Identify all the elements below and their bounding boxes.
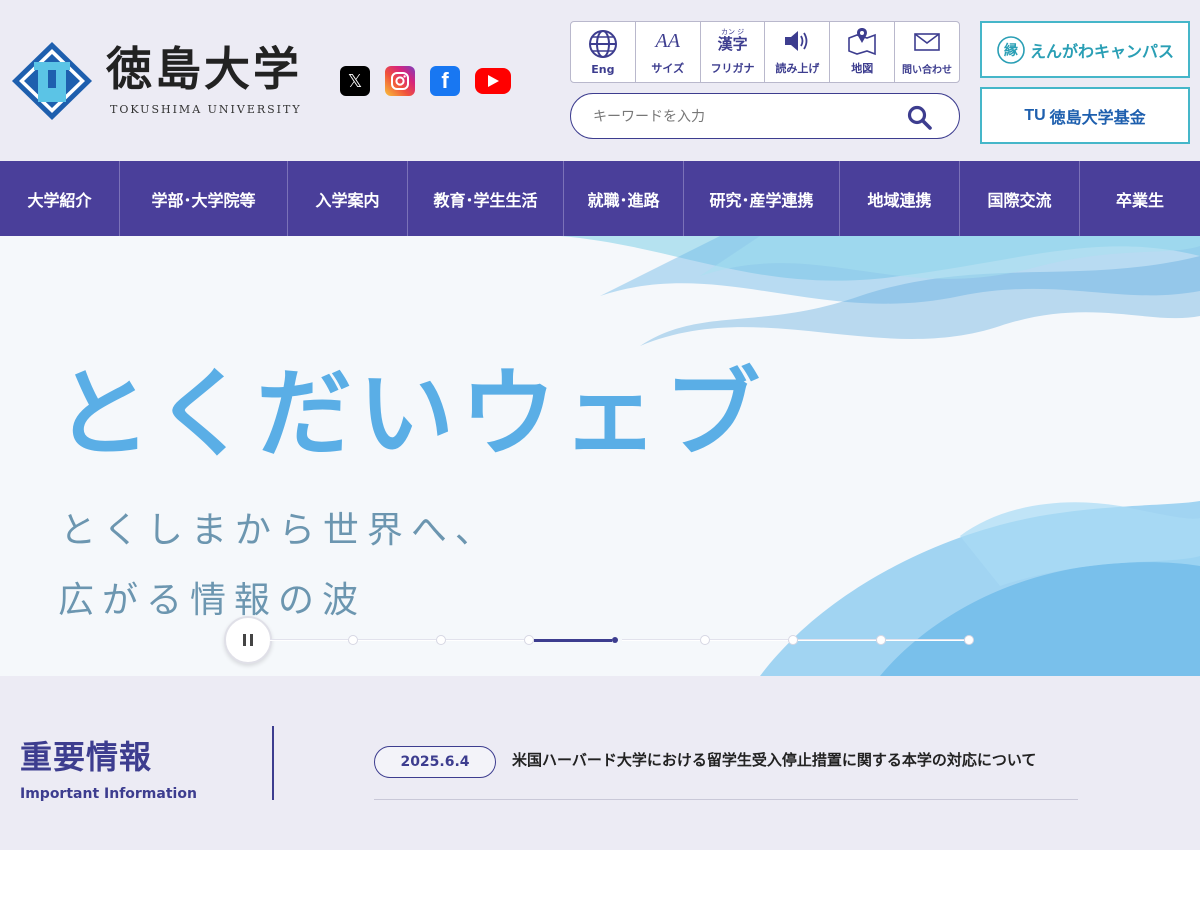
font-size-label: サイズ [651, 62, 685, 75]
slider-progress [270, 634, 974, 646]
engawa-logo-icon: 縁 [997, 35, 1025, 64]
university-fund-button[interactable]: TU 徳島大学基金 [980, 87, 1190, 144]
search-icon[interactable] [907, 105, 933, 131]
important-info-divider [272, 726, 274, 800]
slider-track-segment [886, 639, 964, 641]
engawa-logo-text: 縁 [1004, 42, 1018, 59]
x-icon[interactable]: 𝕏 [340, 66, 370, 96]
contact-button[interactable]: 問い合わせ [895, 22, 959, 82]
slider-dot[interactable] [436, 635, 446, 645]
youtube-play-glyph [488, 75, 499, 87]
slider-dot[interactable] [964, 635, 974, 645]
slider-track-segment [710, 639, 788, 641]
slider-track-segment [270, 639, 348, 641]
important-info-title: 重要情報 [20, 738, 153, 776]
slider-track-segment [798, 639, 876, 641]
fund-logo-icon: TU [1024, 106, 1046, 124]
nav-item-faculties[interactable]: 学部･大学院等 [120, 161, 288, 236]
global-nav: 大学紹介 学部･大学院等 入学案内 教育･学生生活 就職･進路 研究･産学連携 … [0, 161, 1200, 236]
font-size-glyph: AA [655, 29, 680, 52]
engawa-campus-button[interactable]: 縁 えんがわキャンパス [980, 21, 1190, 78]
read-aloud-button[interactable]: 読み上げ [765, 22, 831, 82]
nav-item-careers[interactable]: 就職･進路 [564, 161, 684, 236]
university-logo[interactable]: 徳島大学 TOKUSHIMA UNIVERSITY [10, 40, 310, 122]
hero-slider: とくだいウェブ とくしまから世界へ、 広がる情報の波 [0, 236, 1200, 676]
youtube-icon[interactable] [475, 68, 511, 94]
facebook-glyph: f [441, 68, 449, 93]
slider-track-segment [534, 639, 612, 642]
utility-toolbar: Eng AA サイズ カン ジ 漢字 フリガナ 読み上げ 地図 問い合わせ [570, 21, 960, 83]
logo-name-en: TOKUSHIMA UNIVERSITY [110, 103, 302, 116]
font-size-button[interactable]: AA サイズ [636, 22, 701, 82]
read-aloud-label: 読み上げ [775, 62, 820, 75]
hero-subtitle-1: とくしまから世界へ、 [60, 510, 499, 551]
pause-icon [243, 634, 246, 646]
english-label: Eng [591, 63, 615, 76]
x-glyph: 𝕏 [347, 70, 363, 92]
font-size-icon: AA [656, 26, 680, 56]
hero-subtitle-2: 広がる情報の波 [58, 580, 367, 621]
hero-title: とくだいウェブ [55, 358, 767, 470]
nav-item-alumni[interactable]: 卒業生 [1080, 161, 1200, 236]
english-button[interactable]: Eng [571, 22, 636, 82]
map-label: 地図 [851, 62, 874, 75]
important-info-section: 重要情報 Important Information 2025.6.4 米国ハー… [0, 676, 1200, 850]
pause-icon-bar [250, 634, 253, 646]
nav-item-admissions[interactable]: 入学案内 [288, 161, 408, 236]
slider-dot[interactable] [348, 635, 358, 645]
slider-dot[interactable] [876, 635, 886, 645]
nav-item-research[interactable]: 研究･産学連携 [684, 161, 840, 236]
site-header: 徳島大学 TOKUSHIMA UNIVERSITY 𝕏 f Eng AA サイズ… [0, 0, 1200, 161]
mail-icon [913, 27, 941, 57]
slider-track-segment [446, 639, 524, 641]
logo-name-jp: 徳島大学 [106, 42, 302, 96]
speaker-icon [782, 26, 812, 56]
search-input[interactable] [593, 105, 893, 129]
engawa-campus-label: えんがわキャンパス [1029, 41, 1174, 61]
instagram-glyph [391, 72, 409, 90]
university-fund-label: 徳島大学基金 [1049, 107, 1146, 127]
nav-item-community[interactable]: 地域連携 [840, 161, 960, 236]
nav-item-education[interactable]: 教育･学生生活 [408, 161, 564, 236]
nav-item-international[interactable]: 国際交流 [960, 161, 1080, 236]
important-info-subtitle: Important Information [20, 786, 197, 802]
slider-dot[interactable] [788, 635, 798, 645]
site-search [570, 93, 960, 139]
furigana-label: フリガナ [710, 62, 755, 75]
kanji-glyph: 漢字 [717, 35, 748, 54]
globe-icon [588, 29, 618, 59]
university-emblem-icon [12, 42, 92, 120]
slider-dot[interactable] [700, 635, 710, 645]
slider-pause-button[interactable] [224, 616, 272, 664]
map-icon [847, 26, 877, 56]
slider-dot[interactable] [524, 635, 534, 645]
slider-track-segment [622, 639, 700, 641]
news-link[interactable]: 米国ハーバード大学における留学生受入停止措置に関する本学の対応について [512, 749, 1036, 770]
facebook-icon[interactable]: f [430, 66, 460, 96]
kanji-icon: カン ジ 漢字 [718, 26, 748, 56]
map-button[interactable]: 地図 [830, 22, 896, 82]
instagram-icon[interactable] [385, 66, 415, 96]
news-divider [374, 799, 1078, 800]
slider-dot[interactable] [612, 637, 618, 643]
news-date-badge: 2025.6.4 [374, 746, 496, 778]
nav-item-about[interactable]: 大学紹介 [0, 161, 120, 236]
slider-track-segment [358, 639, 436, 641]
contact-label: 問い合わせ [902, 65, 953, 76]
furigana-button[interactable]: カン ジ 漢字 フリガナ [701, 22, 766, 82]
